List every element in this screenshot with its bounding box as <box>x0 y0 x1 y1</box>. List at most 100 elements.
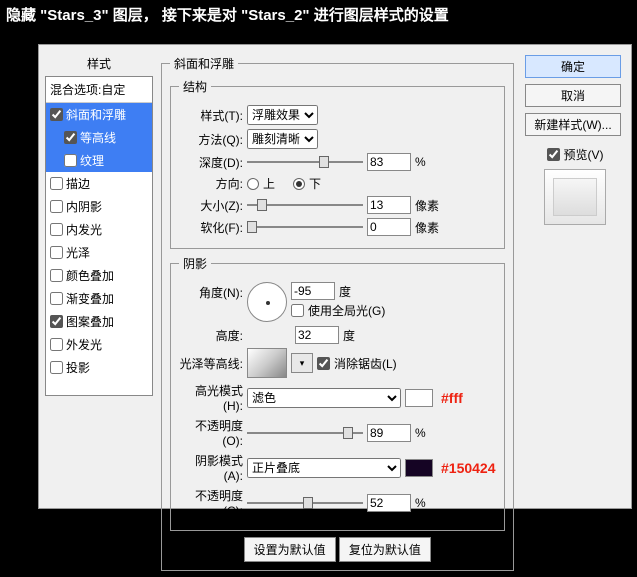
effect-row-4[interactable]: 内阴影 <box>46 195 152 218</box>
effect-label: 内发光 <box>66 221 102 238</box>
highlight-opacity-slider[interactable] <box>247 426 363 440</box>
blending-options-row[interactable]: 混合选项:自定 <box>46 77 152 103</box>
effect-label: 纹理 <box>80 152 104 169</box>
pct-unit: % <box>415 155 426 169</box>
effect-checkbox[interactable] <box>50 315 63 328</box>
size-input[interactable] <box>367 196 411 214</box>
pct2: % <box>415 426 426 440</box>
effect-checkbox[interactable] <box>50 200 63 213</box>
ok-button[interactable]: 确定 <box>525 55 621 78</box>
technique-label: 方法(Q): <box>179 131 243 148</box>
effect-row-6[interactable]: 光泽 <box>46 241 152 264</box>
highlight-opacity-input[interactable] <box>367 424 411 442</box>
effect-row-10[interactable]: 外发光 <box>46 333 152 356</box>
bevel-legend: 斜面和浮雕 <box>170 55 238 72</box>
styles-title: 样式 <box>45 55 153 72</box>
angle-control[interactable] <box>247 282 287 322</box>
style-select[interactable]: 浮雕效果 <box>247 105 318 125</box>
effect-checkbox[interactable] <box>50 223 63 236</box>
highlight-color-hex: #fff <box>441 390 463 406</box>
soften-slider[interactable] <box>247 220 363 234</box>
page-caption: 隐藏 "Stars_3" 图层， 接下来是对 "Stars_2" 进行图层样式的… <box>0 0 637 36</box>
dir-down-radio[interactable] <box>293 178 305 190</box>
reset-default-button[interactable]: 复位为默认值 <box>339 537 431 562</box>
shadow-opacity-input[interactable] <box>367 494 411 512</box>
effect-checkbox[interactable] <box>64 131 77 144</box>
effect-checkbox[interactable] <box>50 292 63 305</box>
shading-legend: 阴影 <box>179 255 211 272</box>
effect-row-8[interactable]: 渐变叠加 <box>46 287 152 310</box>
effect-row-5[interactable]: 内发光 <box>46 218 152 241</box>
effect-row-1[interactable]: 等高线 <box>46 126 152 149</box>
effect-label: 斜面和浮雕 <box>66 106 126 123</box>
effect-checkbox[interactable] <box>50 177 63 190</box>
effect-row-7[interactable]: 颜色叠加 <box>46 264 152 287</box>
dir-up-radio[interactable] <box>247 178 259 190</box>
px-unit2: 像素 <box>415 219 439 236</box>
soften-input[interactable] <box>367 218 411 236</box>
altitude-label: 高度: <box>179 327 243 344</box>
layer-style-dialog: 样式 混合选项:自定 斜面和浮雕等高线纹理描边内阴影内发光光泽颜色叠加渐变叠加图… <box>38 44 632 509</box>
style-label: 样式(T): <box>179 107 243 124</box>
bevel-settings: 斜面和浮雕 结构 样式(T): 浮雕效果 方法(Q): 雕刻清晰 深度(D): … <box>161 55 513 577</box>
gloss-contour[interactable] <box>247 348 287 378</box>
new-style-button[interactable]: 新建样式(W)... <box>525 113 621 136</box>
size-slider[interactable] <box>247 198 363 212</box>
dir-up-text: 上 <box>263 175 275 192</box>
pct3: % <box>415 496 426 510</box>
effect-checkbox[interactable] <box>50 269 63 282</box>
angle-input[interactable] <box>291 282 335 300</box>
shadow-color-swatch[interactable] <box>405 459 433 477</box>
shadow-opacity-slider[interactable] <box>247 496 363 510</box>
dir-down-text: 下 <box>309 175 321 192</box>
effect-checkbox[interactable] <box>50 108 63 121</box>
highlight-opacity-label: 不透明度(O): <box>179 417 243 448</box>
structure-fieldset: 结构 样式(T): 浮雕效果 方法(Q): 雕刻清晰 深度(D): % 方向: <box>170 78 505 249</box>
effect-row-2[interactable]: 纹理 <box>46 149 152 172</box>
deg-unit2: 度 <box>343 327 355 344</box>
make-default-button[interactable]: 设置为默认值 <box>244 537 336 562</box>
direction-label: 方向: <box>179 175 243 192</box>
altitude-input[interactable] <box>295 326 339 344</box>
preview-swatch <box>544 169 606 225</box>
effect-row-9[interactable]: 图案叠加 <box>46 310 152 333</box>
antialias-checkbox[interactable] <box>317 357 330 370</box>
preview-checkbox[interactable] <box>547 148 560 161</box>
depth-input[interactable] <box>367 153 411 171</box>
size-label: 大小(Z): <box>179 197 243 214</box>
effect-checkbox[interactable] <box>50 361 63 374</box>
deg-unit: 度 <box>339 283 351 300</box>
global-light-checkbox[interactable] <box>291 304 304 317</box>
effect-label: 投影 <box>66 359 90 376</box>
effect-label: 等高线 <box>80 129 116 146</box>
effect-label: 描边 <box>66 175 90 192</box>
shadow-opacity-label: 不透明度(C): <box>179 487 243 518</box>
shadow-mode-label: 阴影模式(A): <box>179 452 243 483</box>
bevel-fieldset: 斜面和浮雕 结构 样式(T): 浮雕效果 方法(Q): 雕刻清晰 深度(D): … <box>161 55 514 571</box>
shadow-mode-select[interactable]: 正片叠底 <box>247 458 401 478</box>
depth-label: 深度(D): <box>179 154 243 171</box>
effect-checkbox[interactable] <box>50 246 63 259</box>
effect-label: 外发光 <box>66 336 102 353</box>
soften-label: 软化(F): <box>179 219 243 236</box>
effect-row-11[interactable]: 投影 <box>46 356 152 379</box>
highlight-mode-label: 高光模式(H): <box>179 382 243 413</box>
highlight-mode-select[interactable]: 滤色 <box>247 388 401 408</box>
angle-label: 角度(N): <box>179 284 243 301</box>
styles-list: 混合选项:自定 斜面和浮雕等高线纹理描边内阴影内发光光泽颜色叠加渐变叠加图案叠加… <box>45 76 153 396</box>
depth-slider[interactable] <box>247 155 363 169</box>
antialias-label: 消除锯齿(L) <box>334 355 397 372</box>
global-light-label: 使用全局光(G) <box>308 302 385 319</box>
technique-select[interactable]: 雕刻清晰 <box>247 129 318 149</box>
gloss-dropdown[interactable]: ▾ <box>291 353 313 373</box>
effect-label: 内阴影 <box>66 198 102 215</box>
gloss-label: 光泽等高线: <box>179 355 243 372</box>
highlight-color-swatch[interactable] <box>405 389 433 407</box>
effect-checkbox[interactable] <box>64 154 77 167</box>
effect-row-3[interactable]: 描边 <box>46 172 152 195</box>
effect-checkbox[interactable] <box>50 338 63 351</box>
effect-label: 渐变叠加 <box>66 290 114 307</box>
preview-label: 预览(V) <box>564 146 604 163</box>
effect-row-0[interactable]: 斜面和浮雕 <box>46 103 152 126</box>
cancel-button[interactable]: 取消 <box>525 84 621 107</box>
